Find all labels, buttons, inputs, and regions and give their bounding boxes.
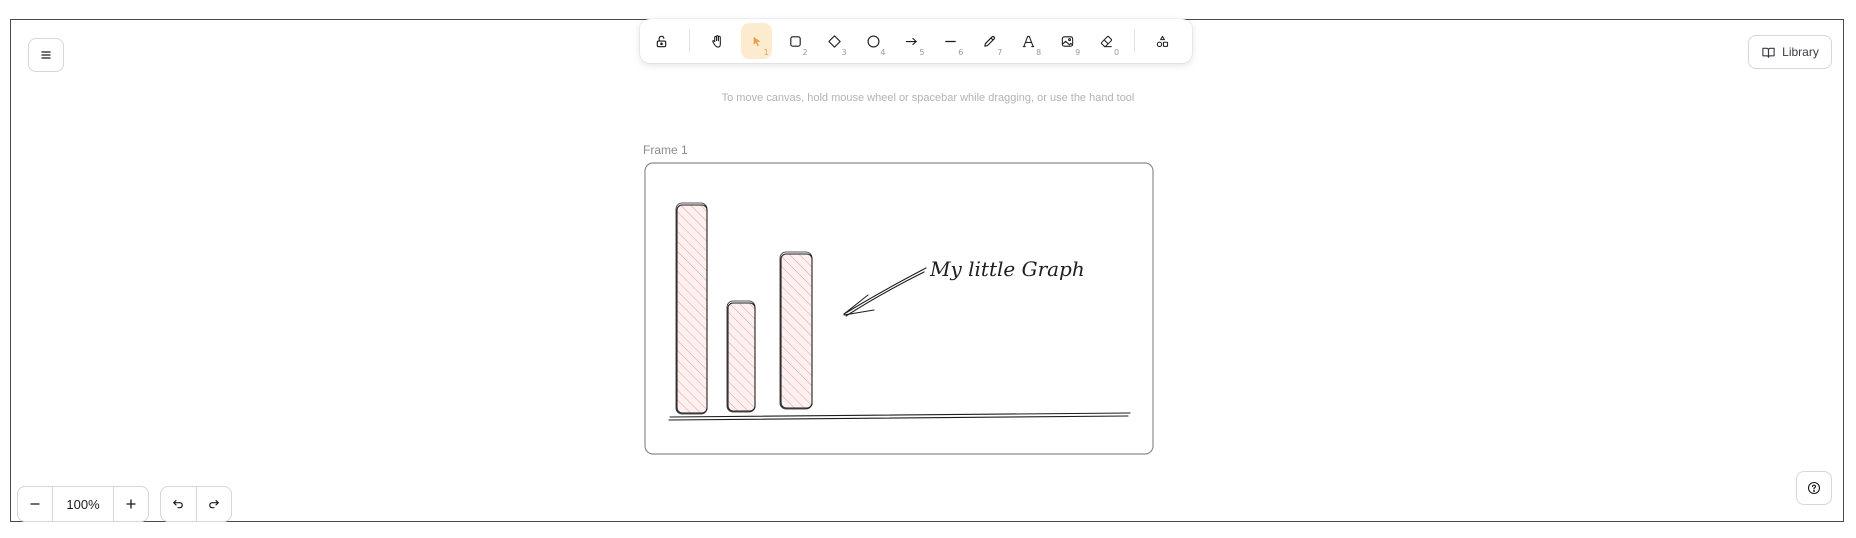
annotation-text[interactable]: My little Graph <box>929 257 1085 281</box>
zoom-out-button[interactable] <box>18 487 53 521</box>
zoom-in-button[interactable] <box>113 487 148 521</box>
redo-button[interactable] <box>195 487 232 521</box>
minus-icon <box>30 503 40 505</box>
bar-3[interactable] <box>779 251 813 410</box>
baseline[interactable] <box>668 412 1131 421</box>
annotation-arrow[interactable] <box>843 267 927 317</box>
history-controls <box>160 486 232 522</box>
canvas-drawing: My little Graph <box>644 162 1154 455</box>
plus-icon <box>126 499 136 509</box>
zoom-level[interactable]: 100% <box>53 487 113 521</box>
zoom-controls: 100% <box>17 486 149 522</box>
undo-button[interactable] <box>161 487 196 521</box>
bar-1[interactable] <box>675 202 708 415</box>
undo-icon <box>173 499 184 509</box>
bar-2[interactable] <box>726 300 756 413</box>
frame-1[interactable] <box>644 162 1154 455</box>
redo-icon <box>208 499 219 509</box>
